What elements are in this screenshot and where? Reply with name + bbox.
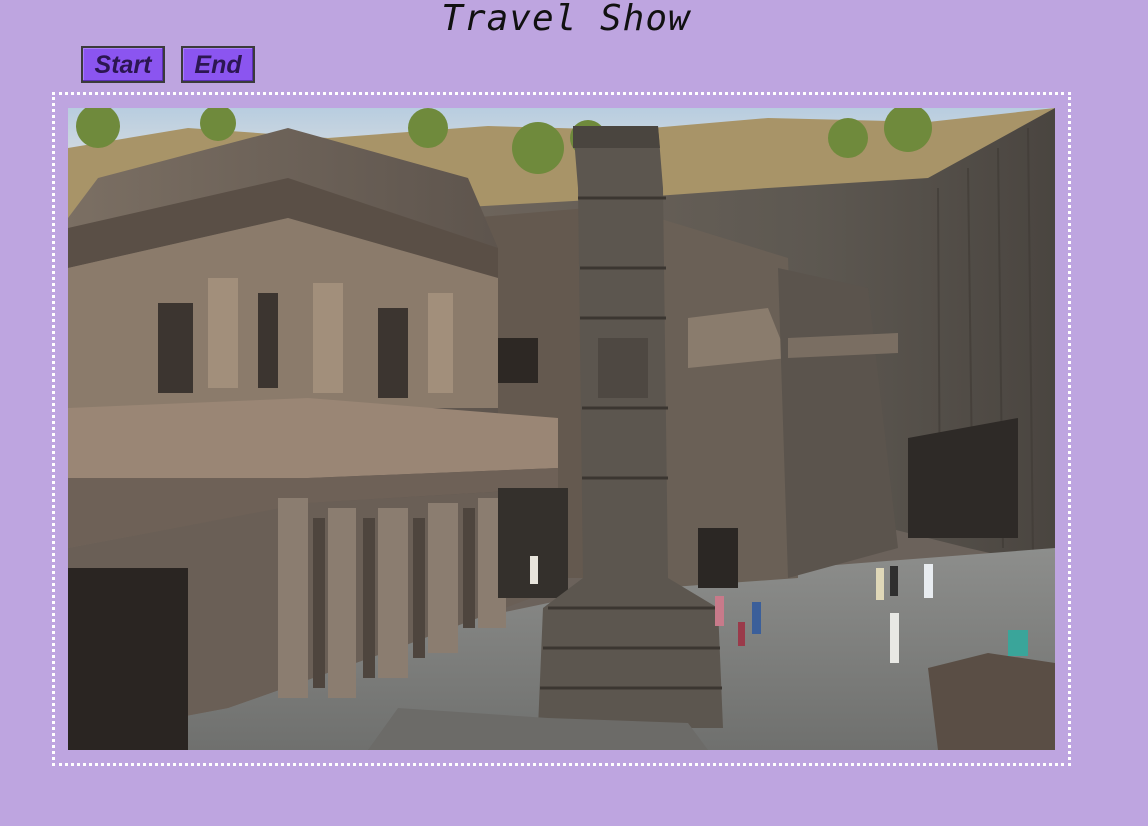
- end-button[interactable]: End: [181, 46, 255, 83]
- page-title: Travel Show: [441, 0, 691, 39]
- photo-illustration: [68, 108, 1055, 750]
- slideshow-image: [68, 108, 1055, 750]
- start-button[interactable]: Start: [81, 46, 165, 83]
